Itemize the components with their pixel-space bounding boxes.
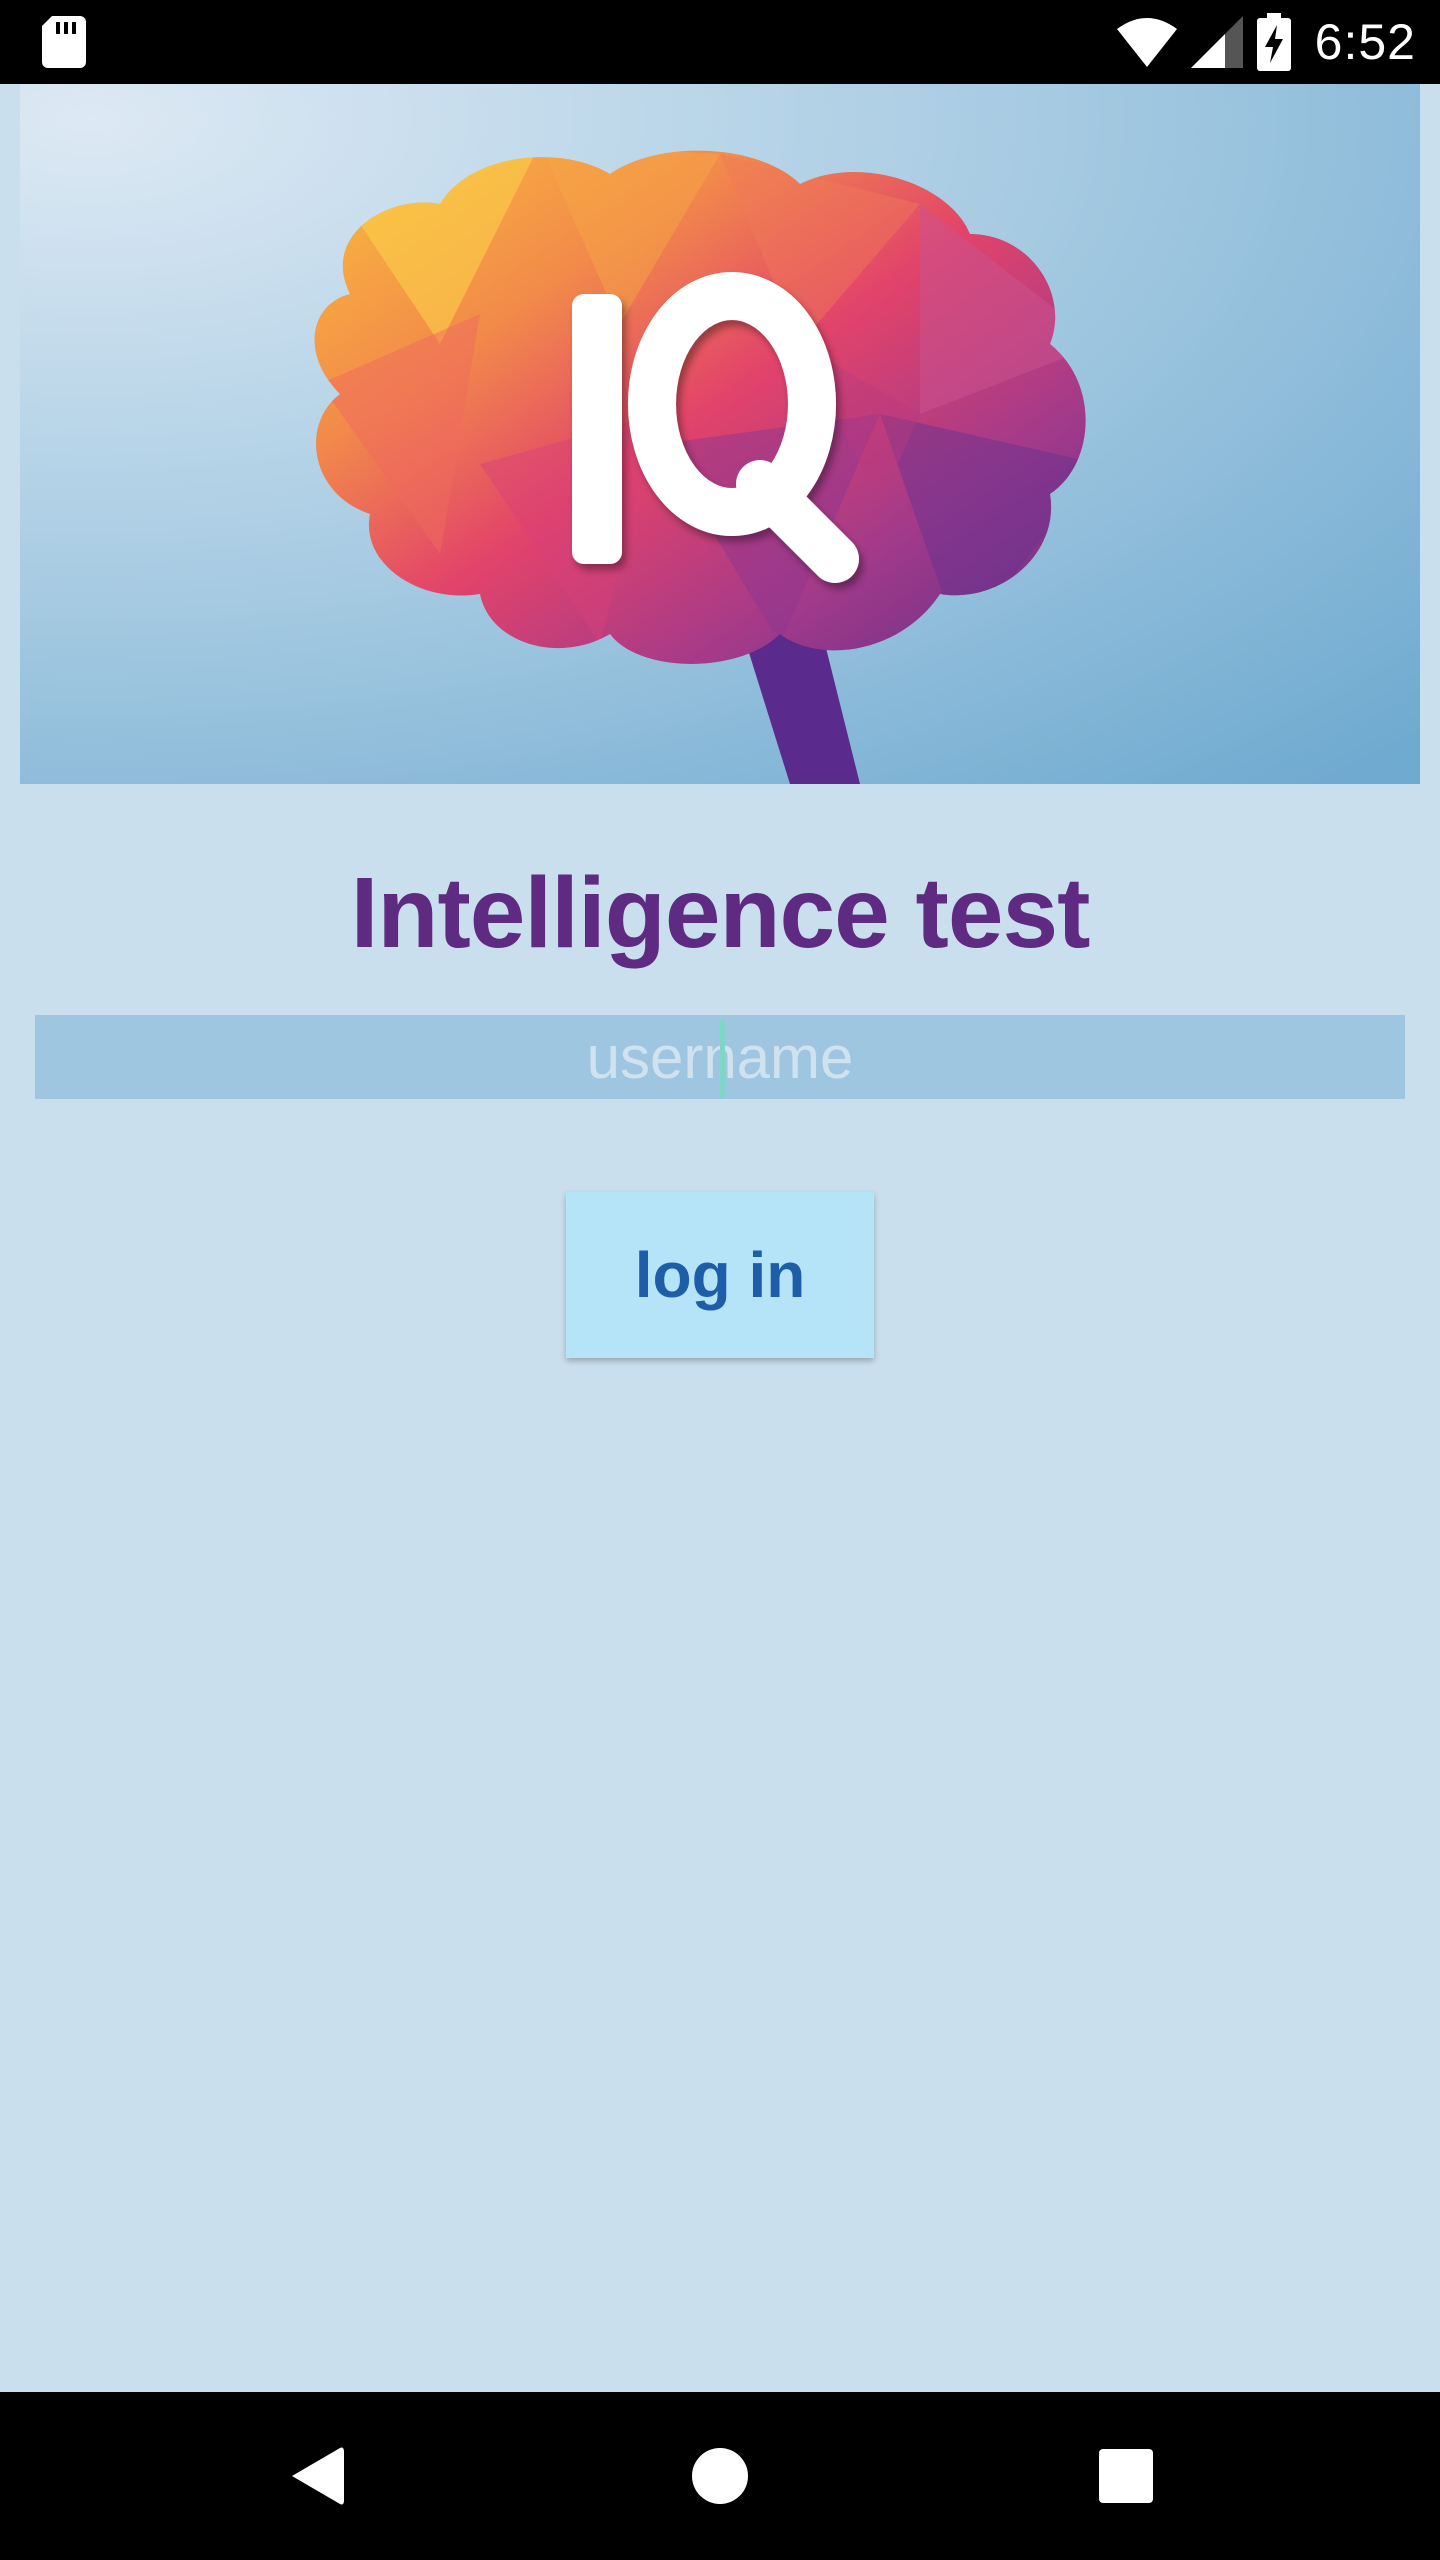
sd-card-icon <box>42 16 86 68</box>
battery-charging-icon <box>1256 13 1291 71</box>
navigation-bar <box>0 2392 1440 2560</box>
brain-logo <box>20 84 1420 784</box>
login-button[interactable]: log in <box>566 1192 874 1358</box>
recents-button[interactable] <box>1086 2436 1166 2516</box>
back-icon <box>292 2447 344 2505</box>
app-title: Intelligence test <box>350 857 1091 969</box>
status-bar: 6:52 <box>0 0 1440 84</box>
text-cursor <box>720 1020 725 1098</box>
back-button[interactable] <box>276 2436 356 2516</box>
recents-icon <box>1099 2449 1153 2503</box>
home-icon <box>692 2448 748 2504</box>
banner-image <box>20 84 1420 784</box>
signal-icon <box>1190 16 1243 68</box>
home-button[interactable] <box>680 2436 760 2516</box>
status-time: 6:52 <box>1314 14 1416 70</box>
wifi-icon <box>1116 18 1177 67</box>
